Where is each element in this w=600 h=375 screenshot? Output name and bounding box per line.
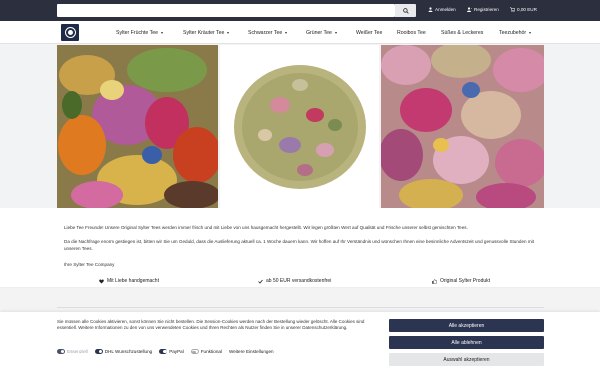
dhl-switch[interactable] [94,349,103,354]
more-settings-link[interactable]: Weitere Einstellungen [229,349,274,354]
accept-selection-button[interactable]: Auswahl akzeptieren [389,353,544,366]
nav-item-rooibos-tee[interactable]: Rooibos Tee [397,30,426,36]
toggle-functional[interactable]: Funktional [190,349,222,354]
essential-switch [57,349,65,354]
main-navigation: Sylter Früchte Tee Sylter Kräuter Tee Sc… [0,21,600,44]
toggle-essential: Essenziell [57,349,88,354]
usp-original-product: Original Sylter Produkt [432,278,490,284]
paypal-switch[interactable] [159,349,168,354]
usp-bar: Mit Liebe handgemacht ab 50 EUR versandk… [0,275,600,288]
thumbs-up-icon [432,278,437,284]
login-label: Anmelden [435,7,456,12]
reject-all-button[interactable]: Alle ablehnen [389,336,544,349]
nav-item-fruechte-tee[interactable]: Sylter Früchte Tee [116,30,163,36]
site-logo[interactable] [61,24,79,41]
chevron-down-icon [227,31,230,34]
cart-icon [510,7,515,12]
top-header: Anmelden Registrieren 0,00 EUR [0,0,600,21]
accept-all-button[interactable]: Alle akzeptieren [389,319,544,332]
intro-paragraph-2: Da die Nachfrage enorm gestiegen ist, bi… [64,239,534,251]
cart-total: 0,00 EUR [517,7,537,12]
intro-section: Liebe Tee Freunde! Unsere Original Sylte… [0,208,600,275]
chevron-down-icon [285,31,288,34]
usp-handmade: Mit Liebe handgemacht [99,278,159,284]
nav-item-schwarzer-tee[interactable]: Schwarzer Tee [248,30,288,36]
hero-image-flower-tea-2[interactable] [381,45,544,208]
intro-signature: Ihre Sylter Tee Company [64,262,115,267]
toggle-paypal[interactable]: PayPal [159,349,184,354]
nav-item-gruener-tee[interactable]: Grüner Tee [306,30,337,36]
toggle-dhl[interactable]: DHL Wunschzustellung [94,349,152,354]
cookie-notice-text: Sie müssen alle Cookies aktivieren, sons… [57,319,365,331]
chevron-down-icon [334,31,337,34]
hero-image-flower-tea-1[interactable] [57,45,218,208]
search-input[interactable] [57,4,395,17]
login-link[interactable]: Anmelden [428,7,456,12]
divider [57,307,544,308]
nav-item-suesses[interactable]: Süßes & Leckeres [441,30,483,36]
usp-free-shipping: ab 50 EUR versandkostenfrei [258,278,331,284]
user-icon [428,7,433,12]
chevron-down-icon [161,31,163,34]
cookie-consent-banner: Sie müssen alle Cookies aktivieren, sons… [0,312,600,375]
user-plus-icon [467,7,472,12]
search-icon [402,7,409,14]
chevron-down-icon [529,31,532,34]
register-link[interactable]: Registrieren [467,7,499,12]
hero-image-tea-pile[interactable] [220,45,379,208]
nav-item-teezubehoer[interactable]: Teezubehör [499,30,532,36]
cookie-toggles: Essenziell DHL Wunschzustellung PayPal F… [57,349,281,354]
intro-paragraph-1: Liebe Tee Freunde! Unsere Original Sylte… [64,225,468,230]
cart-link[interactable]: 0,00 EUR [510,7,537,12]
check-icon [258,279,263,284]
nav-item-weisser-tee[interactable]: Weißer Tee [356,30,382,36]
search-button[interactable] [395,4,416,17]
nav-item-kraeuter-tee[interactable]: Sylter Kräuter Tee [183,30,230,36]
functional-switch[interactable] [190,349,199,354]
heart-icon [99,278,104,283]
register-label: Registrieren [474,7,499,12]
